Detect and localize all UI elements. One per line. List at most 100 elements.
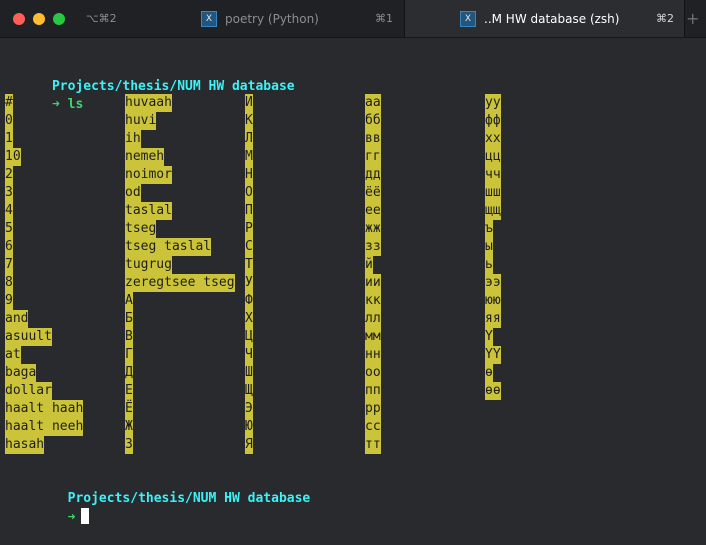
directory-entry: нн [365,346,381,364]
directory-name: # [5,94,13,112]
minimize-button[interactable] [33,13,45,25]
directory-entry: Х [245,310,253,328]
directory-name: 4 [5,202,13,220]
directory-name: haalt neeh [5,418,84,436]
directory-name: аа [365,94,381,112]
directory-entry: И [245,94,253,112]
directory-entry: гг [365,148,381,166]
directory-name: Ц [245,328,253,346]
directory-name: кк [365,292,381,310]
directory-entry: 3 [5,184,83,202]
directory-name: Ч [245,346,253,364]
directory-entry: # [5,94,83,112]
directory-name: П [245,202,253,220]
directory-entry: Ф [245,292,253,310]
directory-name: ы [485,238,493,256]
directory-name: huvaah [125,94,172,112]
prompt-block-2: Projects/thesis/NUM HW database ➜ [5,472,311,525]
directory-entry: фф [485,112,501,130]
directory-entry: З [125,436,235,454]
directory-entry: tseg taslal [125,238,235,256]
directory-entry: дд [365,166,381,184]
directory-entry: and [5,310,83,328]
tab-shortcut: ⌘2 [656,12,674,25]
directory-name: хх [485,130,501,148]
input-line[interactable]: ➜ [5,490,310,525]
directory-entry: сс [365,418,381,436]
tab-database-zsh[interactable]: X ..M HW database (zsh) ⌘2 [404,0,685,37]
directory-entry: Д [125,364,235,382]
directory-entry: Б [125,310,235,328]
directory-entry: at [5,346,83,364]
directory-name: бб [365,112,381,130]
directory-name: шш [485,184,501,202]
directory-name: зз [365,238,381,256]
directory-entry: аа [365,94,381,112]
directory-name: Б [125,310,133,328]
directory-entry: Э [245,400,253,418]
directory-entry: Ч [245,346,253,364]
terminal-icon: X [460,10,476,27]
directory-name: нн [365,346,381,364]
directory-name: ҮҮ [485,346,501,364]
directory-entry: Г [125,346,235,364]
directory-entry: ээ [485,274,501,292]
directory-entry: baga [5,364,83,382]
window-shortcut: ⌥⌘2 [86,12,117,25]
directory-name: оо [365,364,381,382]
directory-entry: od [125,184,235,202]
directory-entry: noimor [125,166,235,184]
directory-name: К [245,112,253,130]
directory-name: Я [245,436,253,454]
new-tab-button[interactable]: + [686,9,699,28]
directory-entry: ёё [365,184,381,202]
directory-name: Т [245,256,253,274]
directory-name: Е [125,382,133,400]
directory-name: сс [365,418,381,436]
directory-name: дд [365,166,381,184]
directory-name: гг [365,148,381,166]
directory-entry: 7 [5,256,83,274]
directory-entry: 4 [5,202,83,220]
directory-name: Н [245,166,253,184]
directory-entry: Т [245,256,253,274]
directory-name: ъ [485,220,493,238]
directory-name: Э [245,400,253,418]
directory-entry: 5 [5,220,83,238]
directory-name: haalt haah [5,400,84,418]
directory-name: Ж [125,418,133,436]
terminal-content[interactable]: Projects/thesis/NUM HW database ➜ ls #0 1… [5,60,501,525]
close-button[interactable] [13,13,25,25]
directory-name: рр [365,400,381,418]
directory-entry: Л [245,130,253,148]
directory-entry: 10 [5,148,83,166]
directory-entry: 9 [5,292,83,310]
directory-name: өө [485,382,501,400]
directory-name: И [245,94,253,112]
tab-poetry[interactable]: X poetry (Python) ⌘1 [191,0,403,37]
directory-entry: Ц [245,328,253,346]
text-cursor [81,508,90,524]
directory-entry: уу [485,94,501,112]
tab-title: ..M HW database (zsh) [484,11,620,26]
directory-entry: hasah [5,436,83,454]
directory-name: 6 [5,238,13,256]
terminal-window: ⌥⌘2 X poetry (Python) ⌘1 X ..M HW databa… [0,0,706,525]
directory-name: 5 [5,220,13,238]
directory-name: 0 [5,112,13,130]
zoom-button[interactable] [53,13,65,25]
directory-name: М [245,148,253,166]
directory-name: Ю [245,418,253,436]
directory-name: А [125,292,133,310]
directory-entry: ее [365,202,381,220]
directory-name: уу [485,94,501,112]
directory-name: 8 [5,274,13,292]
directory-name: ии [365,274,381,292]
directory-name: ее [365,202,381,220]
directory-name: Ш [245,364,253,382]
directory-entry: мм [365,328,381,346]
directory-entry: dollar [5,382,83,400]
directory-entry: хх [485,130,501,148]
directory-name: О [245,184,253,202]
directory-entry: tseg [125,220,235,238]
